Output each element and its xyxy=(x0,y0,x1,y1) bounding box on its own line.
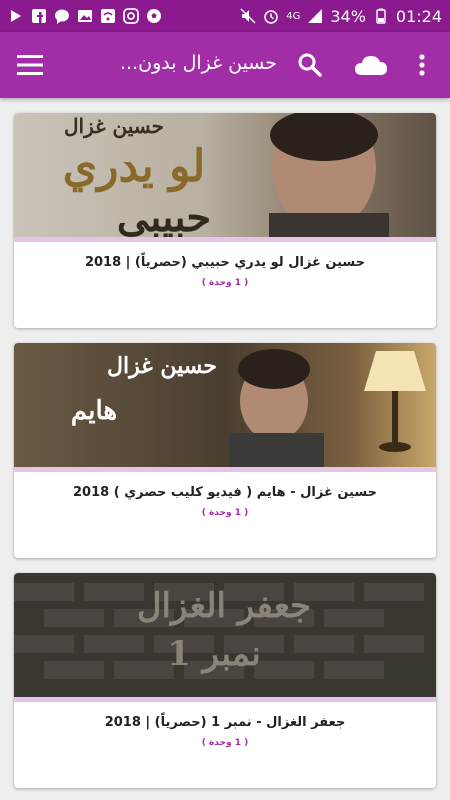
youtube-icon xyxy=(8,8,24,24)
cloud-icon xyxy=(355,56,387,75)
status-notifications xyxy=(8,8,162,24)
video-title[interactable]: حسين غزال - هايم ( فيديو كليب حصري ) 201… xyxy=(24,485,426,500)
status-bar: 4G 34% 01:24 xyxy=(0,0,450,32)
thumbnail-text: حبيبي xyxy=(117,194,211,237)
video-card[interactable]: حسين غزال لو يدري حبيبي حسين غزال لو يدر… xyxy=(14,113,436,328)
card-divider xyxy=(14,467,436,472)
video-card[interactable]: جعفر الغزال نمبر 1 جعفر الغزال - نمبر 1 … xyxy=(14,573,436,788)
search-button[interactable] xyxy=(294,49,326,81)
video-count: ( 1 وحدة ) xyxy=(201,508,249,518)
video-thumbnail[interactable]: جعفر الغزال نمبر 1 xyxy=(14,573,436,697)
video-thumbnail[interactable]: حسين غزال لو يدري حبيبي xyxy=(14,113,436,237)
messenger-icon xyxy=(54,8,70,24)
card-divider xyxy=(14,237,436,242)
app-bar: حسين غزال بدون... xyxy=(0,32,450,98)
video-title[interactable]: حسين غزال لو يدري حبيبي (حصرياً) | 2018 xyxy=(24,255,426,270)
battery-icon xyxy=(373,8,389,24)
status-system: 4G 34% 01:24 xyxy=(240,7,442,26)
gallery-icon xyxy=(77,8,93,24)
thumbnail-text: حسين غزال xyxy=(64,114,164,139)
thumbnail-text: جعفر الغزال xyxy=(137,586,311,626)
instagram-icon xyxy=(123,8,139,24)
video-count: ( 1 وحدة ) xyxy=(201,278,249,288)
cloud-button[interactable] xyxy=(351,49,391,81)
network-type: 4G xyxy=(286,10,301,22)
wifi-box-icon xyxy=(100,8,116,24)
video-thumbnail[interactable]: حسين غزال هايم xyxy=(14,343,436,467)
thumbnail-text: هايم xyxy=(71,396,117,426)
page-title: حسين غزال بدون... xyxy=(120,52,277,74)
video-card[interactable]: حسين غزال هايم حسين غزال - هايم ( فيديو … xyxy=(14,343,436,558)
soccer-icon xyxy=(146,8,162,24)
search-icon xyxy=(298,53,322,77)
more-vert-icon xyxy=(419,54,425,76)
card-divider xyxy=(14,697,436,702)
more-options-button[interactable] xyxy=(410,49,434,81)
alarm-icon xyxy=(263,8,279,24)
thumbnail-text: لو يدري xyxy=(63,141,205,193)
thumbnail-text: نمبر 1 xyxy=(167,634,261,674)
thumbnail-text: حسين غزال xyxy=(107,353,217,379)
video-count: ( 1 وحدة ) xyxy=(201,738,249,748)
menu-button[interactable] xyxy=(14,50,46,80)
video-title[interactable]: جعفر الغزال - نمبر 1 (حصرياً) | 2018 xyxy=(24,715,426,730)
hamburger-menu-icon xyxy=(17,55,43,75)
clock: 01:24 xyxy=(395,6,442,26)
signal-icon xyxy=(307,8,323,24)
battery-percent: 34% xyxy=(330,6,366,26)
mute-icon xyxy=(240,8,256,24)
facebook-icon xyxy=(31,8,47,24)
